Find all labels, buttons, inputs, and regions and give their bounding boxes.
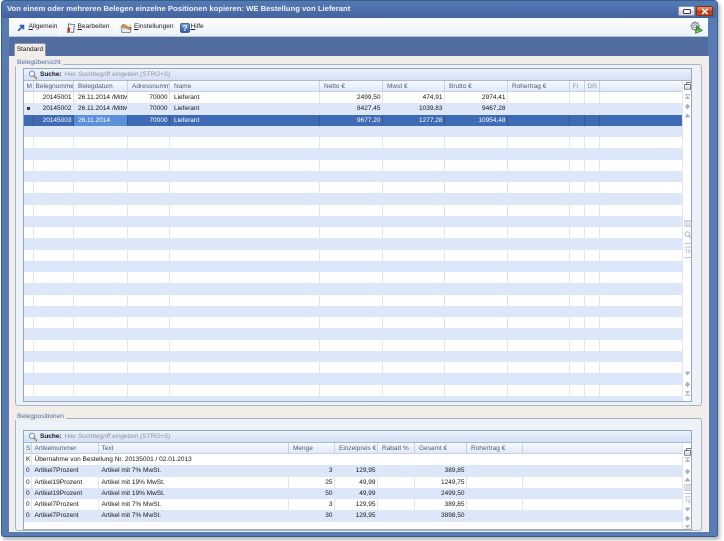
svg-text:TE: TE <box>684 499 691 504</box>
svg-text:TE: TE <box>684 249 691 254</box>
svg-text:?: ? <box>182 24 187 33</box>
